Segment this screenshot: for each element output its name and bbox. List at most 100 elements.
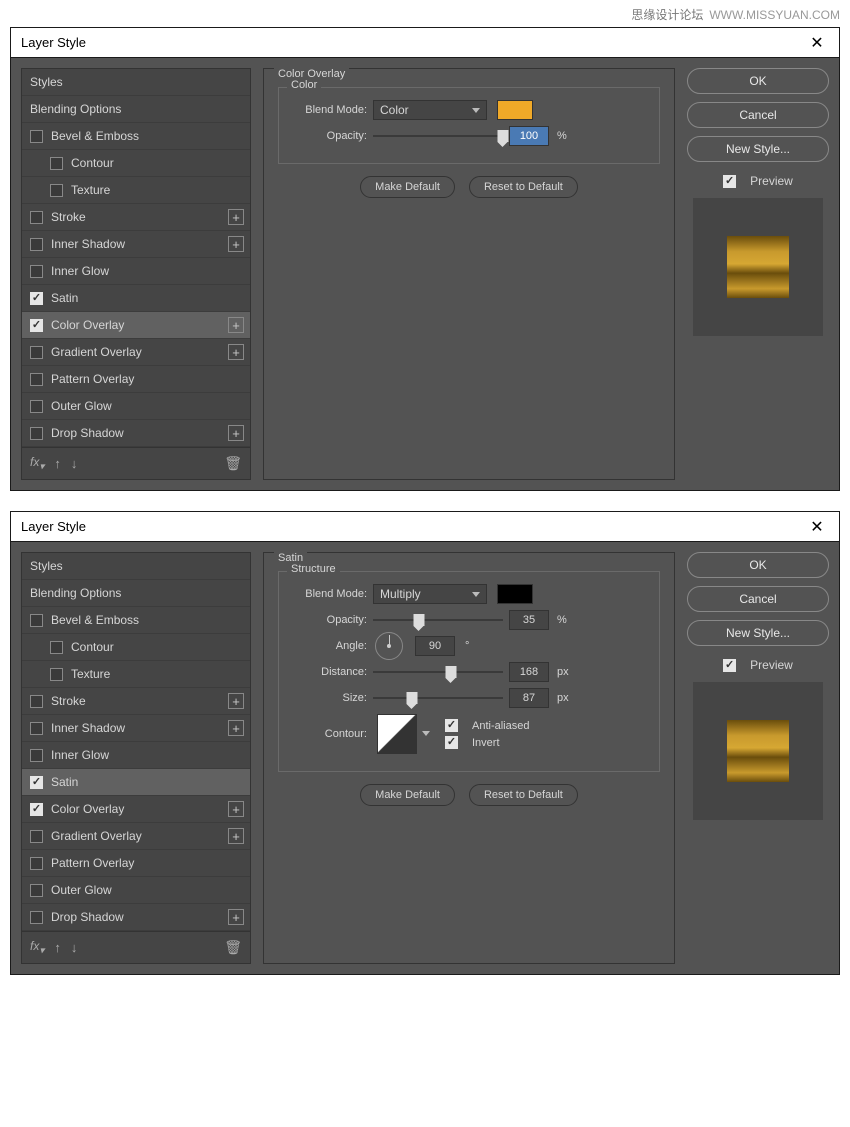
style-row-gradientoverlay[interactable]: Gradient Overlay+ [22,339,250,366]
style-row-contour[interactable]: Contour [22,150,250,177]
move-down-icon[interactable]: ↓ [71,940,78,955]
style-checkbox[interactable] [30,265,43,278]
preview-checkbox[interactable] [723,659,736,672]
invert-checkbox[interactable] [445,736,458,749]
size-input[interactable]: 87 [509,688,549,708]
add-effect-icon[interactable]: + [228,425,244,441]
style-checkbox[interactable] [50,157,63,170]
style-checkbox[interactable] [50,641,63,654]
blend-mode-select[interactable]: Multiply [373,584,487,604]
blending-options-row[interactable]: Blending Options [22,96,250,123]
style-row-texture[interactable]: Texture [22,177,250,204]
contour-picker[interactable] [377,714,417,754]
reset-default-button[interactable]: Reset to Default [469,784,578,806]
style-checkbox[interactable] [30,695,43,708]
new-style-button[interactable]: New Style... [687,136,829,162]
style-row-dropshadow[interactable]: Drop Shadow+ [22,420,250,447]
opacity-input[interactable]: 35 [509,610,549,630]
distance-input[interactable]: 168 [509,662,549,682]
style-row-stroke[interactable]: Stroke+ [22,688,250,715]
add-effect-icon[interactable]: + [228,693,244,709]
style-checkbox[interactable] [30,722,43,735]
style-row-outerglow[interactable]: Outer Glow [22,877,250,904]
style-checkbox[interactable] [30,776,43,789]
titlebar[interactable]: Layer Style ✕ [11,28,839,58]
style-row-satin[interactable]: Satin [22,285,250,312]
cancel-button[interactable]: Cancel [687,102,829,128]
add-effect-icon[interactable]: + [228,828,244,844]
style-row-gradientoverlay[interactable]: Gradient Overlay+ [22,823,250,850]
style-checkbox[interactable] [30,749,43,762]
blending-options-row[interactable]: Blending Options [22,580,250,607]
add-effect-icon[interactable]: + [228,344,244,360]
style-checkbox[interactable] [30,857,43,870]
add-effect-icon[interactable]: + [228,801,244,817]
style-checkbox[interactable] [30,238,43,251]
style-row-coloroverlay[interactable]: Color Overlay+ [22,312,250,339]
color-swatch[interactable] [497,584,533,604]
style-row-innerglow[interactable]: Inner Glow [22,742,250,769]
close-icon[interactable]: ✕ [805,517,829,537]
style-row-patternoverlay[interactable]: Pattern Overlay [22,850,250,877]
opacity-slider[interactable] [373,611,503,629]
ok-button[interactable]: OK [687,552,829,578]
add-effect-icon[interactable]: + [228,909,244,925]
style-checkbox[interactable] [50,184,63,197]
add-effect-icon[interactable]: + [228,209,244,225]
style-row-bevel[interactable]: Bevel & Emboss [22,123,250,150]
ok-button[interactable]: OK [687,68,829,94]
style-row-outerglow[interactable]: Outer Glow [22,393,250,420]
add-effect-icon[interactable]: + [228,720,244,736]
trash-icon[interactable]: 🗑 [224,939,242,956]
color-swatch[interactable] [497,100,533,120]
add-effect-icon[interactable]: + [228,236,244,252]
antialiased-checkbox[interactable] [445,719,458,732]
opacity-slider[interactable] [373,127,503,145]
reset-default-button[interactable]: Reset to Default [469,176,578,198]
style-checkbox[interactable] [30,373,43,386]
style-checkbox[interactable] [30,130,43,143]
make-default-button[interactable]: Make Default [360,784,455,806]
style-checkbox[interactable] [30,400,43,413]
opacity-input[interactable]: 100 [509,126,549,146]
style-checkbox[interactable] [30,346,43,359]
style-checkbox[interactable] [30,319,43,332]
style-row-patternoverlay[interactable]: Pattern Overlay [22,366,250,393]
move-up-icon[interactable]: ↑ [54,456,61,471]
style-checkbox[interactable] [30,427,43,440]
fx-menu[interactable]: fx▾ [30,939,44,956]
size-slider[interactable] [373,689,503,707]
titlebar[interactable]: Layer Style ✕ [11,512,839,542]
new-style-button[interactable]: New Style... [687,620,829,646]
style-row-coloroverlay[interactable]: Color Overlay+ [22,796,250,823]
style-checkbox[interactable] [50,668,63,681]
style-checkbox[interactable] [30,830,43,843]
style-checkbox[interactable] [30,211,43,224]
add-effect-icon[interactable]: + [228,317,244,333]
trash-icon[interactable]: 🗑 [224,455,242,472]
style-row-satin[interactable]: Satin [22,769,250,796]
style-row-innershadow[interactable]: Inner Shadow+ [22,715,250,742]
angle-dial[interactable] [375,632,403,660]
style-row-bevel[interactable]: Bevel & Emboss [22,607,250,634]
close-icon[interactable]: ✕ [805,33,829,53]
styles-header-row[interactable]: Styles [22,553,250,580]
distance-slider[interactable] [373,663,503,681]
style-checkbox[interactable] [30,803,43,816]
move-up-icon[interactable]: ↑ [54,940,61,955]
style-row-stroke[interactable]: Stroke+ [22,204,250,231]
style-row-innershadow[interactable]: Inner Shadow+ [22,231,250,258]
style-checkbox[interactable] [30,884,43,897]
fx-menu[interactable]: fx▾ [30,455,44,472]
style-row-contour[interactable]: Contour [22,634,250,661]
blend-mode-select[interactable]: Color [373,100,487,120]
preview-checkbox[interactable] [723,175,736,188]
cancel-button[interactable]: Cancel [687,586,829,612]
style-row-innerglow[interactable]: Inner Glow [22,258,250,285]
make-default-button[interactable]: Make Default [360,176,455,198]
style-checkbox[interactable] [30,911,43,924]
style-checkbox[interactable] [30,292,43,305]
style-row-texture[interactable]: Texture [22,661,250,688]
style-row-dropshadow[interactable]: Drop Shadow+ [22,904,250,931]
styles-header-row[interactable]: Styles [22,69,250,96]
